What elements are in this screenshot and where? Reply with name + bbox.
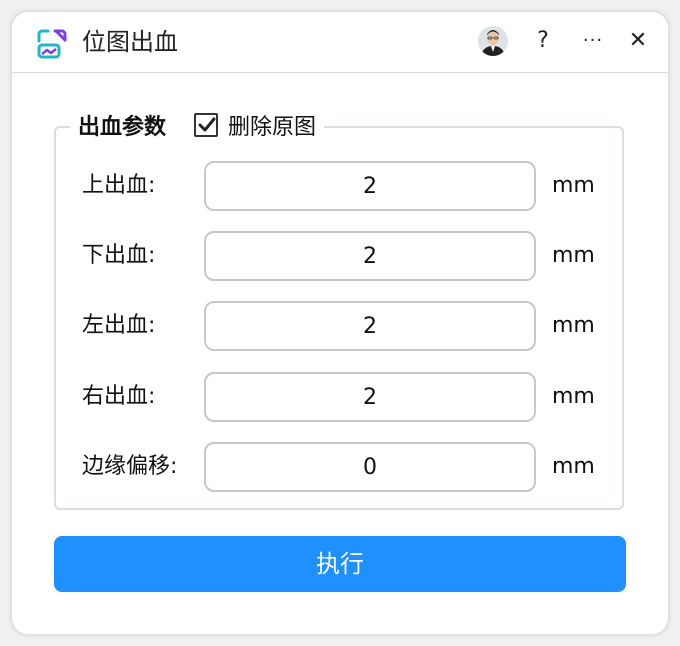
top-bleed-unit: mm — [552, 173, 595, 198]
delete-original-checkbox[interactable] — [194, 113, 219, 137]
bottom-bleed-label: 下出血: — [82, 243, 156, 268]
group-legend: 出血参数 删除原图 — [70, 108, 325, 142]
top-bleed-label: 上出血: — [82, 173, 156, 198]
edge-offset-label: 边缘偏移: — [82, 454, 178, 479]
execute-button[interactable]: 执行 — [54, 536, 626, 592]
title-bar: 位图出血 ? ··· ✕ — [12, 12, 668, 73]
bottom-bleed-input[interactable] — [204, 231, 536, 281]
left-bleed-label: 左出血: — [82, 313, 156, 338]
group-title: 出血参数 — [78, 115, 167, 140]
bottom-bleed-unit: mm — [552, 243, 595, 268]
right-bleed-label: 右出血: — [82, 384, 156, 409]
edge-offset-input[interactable] — [204, 442, 536, 492]
right-bleed-input[interactable] — [204, 372, 536, 422]
edge-offset-unit: mm — [552, 454, 595, 479]
help-button[interactable]: ? — [532, 26, 554, 56]
more-options-button[interactable]: ··· — [580, 26, 606, 56]
right-bleed-unit: mm — [552, 384, 595, 409]
top-bleed-input[interactable] — [204, 161, 536, 211]
left-bleed-input[interactable] — [204, 301, 536, 351]
left-bleed-unit: mm — [552, 313, 595, 338]
delete-original-label[interactable]: 删除原图 — [228, 109, 316, 141]
window-title: 位图出血 — [82, 28, 178, 56]
bleed-app-icon — [36, 28, 68, 60]
dialog-window: 位图出血 ? ··· ✕ 出血参数 删除原图 上出血: mm — [12, 12, 668, 634]
user-avatar[interactable] — [478, 26, 508, 56]
close-button[interactable]: ✕ — [626, 26, 650, 56]
checkmark-icon — [198, 117, 216, 132]
